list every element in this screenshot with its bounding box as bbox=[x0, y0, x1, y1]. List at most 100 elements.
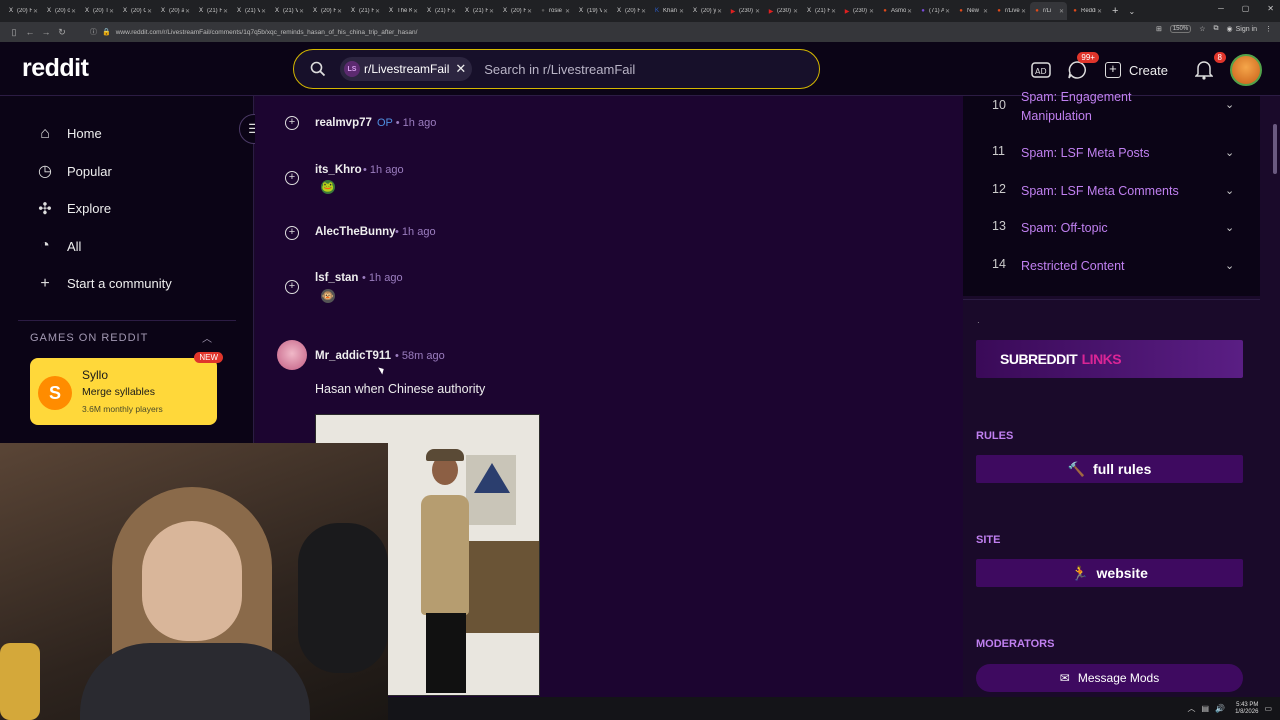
tab-close-icon[interactable]: ✕ bbox=[565, 8, 570, 15]
expand-thread-icon[interactable]: + bbox=[285, 280, 299, 294]
tab-close-icon[interactable]: ✕ bbox=[945, 8, 950, 15]
network-icon[interactable]: ▤ bbox=[1202, 704, 1210, 713]
tab-close-icon[interactable]: ✕ bbox=[869, 8, 874, 15]
chevron-down-icon[interactable]: ⌄ bbox=[1225, 221, 1234, 234]
tray-chevron-icon[interactable]: ︿ bbox=[1188, 703, 1196, 714]
browser-tab[interactable]: ▶ (230) ✕ bbox=[764, 2, 801, 20]
notification-bell-icon[interactable]: 8 bbox=[1190, 52, 1226, 84]
chevron-up-icon[interactable]: ︿ bbox=[202, 330, 212, 345]
browser-tab[interactable]: X (21) F ✕ bbox=[194, 2, 231, 20]
page-scrollbar[interactable] bbox=[1270, 96, 1280, 720]
search-input[interactable]: Search in r/LivestreamFail bbox=[484, 62, 635, 77]
full-rules-button[interactable]: 🔨 full rules bbox=[976, 455, 1243, 483]
minimize-icon[interactable]: ─ bbox=[1218, 4, 1224, 13]
forward-icon[interactable]: → bbox=[38, 27, 54, 37]
scrollbar-thumb[interactable] bbox=[1273, 124, 1277, 174]
browser-tab[interactable]: X (20) H ✕ bbox=[308, 2, 345, 20]
browser-tab[interactable]: ● rosie ✕ bbox=[536, 2, 573, 20]
tab-close-icon[interactable]: ✕ bbox=[451, 8, 456, 15]
reload-icon[interactable]: ↻ bbox=[54, 27, 70, 38]
browser-tab[interactable]: K Khan ✕ bbox=[650, 2, 687, 20]
site-info-icon[interactable]: ⓘ bbox=[90, 27, 97, 37]
maximize-icon[interactable]: ▢ bbox=[1242, 4, 1250, 13]
new-tab-button[interactable]: + bbox=[1112, 5, 1118, 17]
browser-menu-icon[interactable]: ⋮ bbox=[1265, 25, 1272, 33]
browser-tab[interactable]: X (20) F ✕ bbox=[498, 2, 535, 20]
signin-button[interactable]: ◉ Sign in bbox=[1226, 25, 1257, 34]
games-heading[interactable]: GAMES ON REDDIT bbox=[30, 332, 148, 344]
tab-close-icon[interactable]: ✕ bbox=[603, 8, 608, 15]
back-icon[interactable]: ← bbox=[22, 27, 38, 37]
comment-time[interactable]: 58m ago bbox=[402, 350, 445, 362]
tab-close-icon[interactable]: ✕ bbox=[1097, 8, 1102, 15]
rule-item[interactable]: 10 Spam: Engagement Manipulation ⌄ bbox=[992, 88, 1234, 126]
game-card[interactable]: S Syllo Merge syllables 3.6M monthly pla… bbox=[30, 352, 223, 425]
rule-item[interactable]: 13 Spam: Off-topic ⌄ bbox=[992, 219, 1234, 238]
rule-item[interactable]: 11 Spam: LSF Meta Posts ⌄ bbox=[992, 144, 1234, 163]
url-field[interactable]: ⓘ 🔒 www.reddit.com/r/LivestreamFail/comm… bbox=[90, 25, 1090, 39]
browser-tab[interactable]: X (20) F ✕ bbox=[4, 2, 41, 20]
browser-tab[interactable]: X The K ✕ bbox=[384, 2, 421, 20]
search-bar[interactable]: LS r/LivestreamFail ✕ Search in r/Livest… bbox=[293, 49, 820, 89]
browser-tab[interactable]: ● Reddi ✕ bbox=[1068, 2, 1105, 20]
browser-tab[interactable]: X (20) T ✕ bbox=[80, 2, 117, 20]
tab-close-icon[interactable]: ✕ bbox=[1059, 8, 1064, 15]
tab-close-icon[interactable]: ✕ bbox=[1021, 8, 1026, 15]
website-button[interactable]: 🏃 website bbox=[976, 559, 1243, 587]
notifications-tray-icon[interactable]: ▭ bbox=[1264, 704, 1272, 713]
commenter-avatar[interactable] bbox=[277, 340, 307, 370]
volume-icon[interactable]: 🔊 bbox=[1215, 704, 1225, 713]
browser-tab[interactable]: ● New ✕ bbox=[954, 2, 991, 20]
browser-tab[interactable]: ● Asmo ✕ bbox=[878, 2, 915, 20]
comment-time[interactable]: 1h ago bbox=[403, 117, 437, 129]
browser-tab[interactable]: X (19) V ✕ bbox=[574, 2, 611, 20]
tab-search-icon[interactable]: ⌄ bbox=[1128, 7, 1135, 16]
tab-close-icon[interactable]: ✕ bbox=[147, 8, 152, 15]
nav-item-home[interactable]: ⌂ Home bbox=[34, 115, 172, 153]
chevron-down-icon[interactable]: ⌄ bbox=[1225, 98, 1234, 111]
tab-close-icon[interactable]: ✕ bbox=[71, 8, 76, 15]
comment-author[interactable]: lsf_stan bbox=[315, 272, 358, 284]
comment-author[interactable]: AlecTheBunny bbox=[315, 226, 396, 238]
browser-tab[interactable]: X (21) V ✕ bbox=[270, 2, 307, 20]
tab-close-icon[interactable]: ✕ bbox=[679, 8, 684, 15]
close-window-icon[interactable]: ✕ bbox=[1267, 4, 1274, 13]
browser-tab[interactable]: ▶ (230) ✕ bbox=[726, 2, 763, 20]
clear-scope-icon[interactable]: ✕ bbox=[455, 61, 466, 77]
tab-close-icon[interactable]: ✕ bbox=[527, 8, 532, 15]
chevron-down-icon[interactable]: ⌄ bbox=[1225, 146, 1234, 159]
browser-tab[interactable]: X (20) O ✕ bbox=[118, 2, 155, 20]
rule-item[interactable]: 14 Restricted Content ⌄ bbox=[992, 257, 1234, 276]
tab-close-icon[interactable]: ✕ bbox=[413, 8, 418, 15]
zoom-indicator[interactable]: 150% bbox=[1169, 25, 1192, 33]
bookmark-star-icon[interactable]: ☆ bbox=[1199, 25, 1205, 33]
comment-author[interactable]: Mr_addicT911 bbox=[315, 350, 391, 362]
chat-icon[interactable]: 99+ bbox=[1063, 52, 1099, 84]
sidebar-toggle-icon[interactable]: ▯ bbox=[6, 27, 22, 38]
browser-tab[interactable]: X (20) a ✕ bbox=[156, 2, 193, 20]
browser-tab[interactable]: X (21) F ✕ bbox=[802, 2, 839, 20]
tab-close-icon[interactable]: ✕ bbox=[755, 8, 760, 15]
expand-thread-icon[interactable]: + bbox=[285, 226, 299, 240]
browser-tab[interactable]: ● r/Live ✕ bbox=[992, 2, 1029, 20]
rule-item[interactable]: 12 Spam: LSF Meta Comments ⌄ bbox=[992, 182, 1234, 201]
comment-time[interactable]: 1h ago bbox=[369, 272, 403, 284]
extensions-icon[interactable]: ⧉ bbox=[1213, 25, 1218, 33]
nav-item-all[interactable]: ◔ All bbox=[34, 228, 172, 266]
install-app-icon[interactable]: ⊞ bbox=[1156, 25, 1162, 33]
tab-close-icon[interactable]: ✕ bbox=[33, 8, 38, 15]
tab-close-icon[interactable]: ✕ bbox=[375, 8, 380, 15]
browser-tab[interactable]: X (20) F ✕ bbox=[612, 2, 649, 20]
nav-item-popular[interactable]: ◷ Popular bbox=[34, 153, 172, 191]
browser-tab[interactable]: ▶ (230) ✕ bbox=[840, 2, 877, 20]
tab-close-icon[interactable]: ✕ bbox=[907, 8, 912, 15]
ad-icon[interactable]: AD bbox=[1027, 56, 1055, 84]
comment-author[interactable]: its_Khro bbox=[315, 164, 362, 176]
search-scope-chip[interactable]: LS r/LivestreamFail ✕ bbox=[340, 57, 473, 81]
tab-close-icon[interactable]: ✕ bbox=[831, 8, 836, 15]
tab-close-icon[interactable]: ✕ bbox=[793, 8, 798, 15]
browser-tab[interactable]: ● r/Li ✕ bbox=[1030, 2, 1067, 20]
tab-close-icon[interactable]: ✕ bbox=[717, 8, 722, 15]
tab-close-icon[interactable]: ✕ bbox=[109, 8, 114, 15]
create-button[interactable]: + Create bbox=[1104, 62, 1168, 78]
